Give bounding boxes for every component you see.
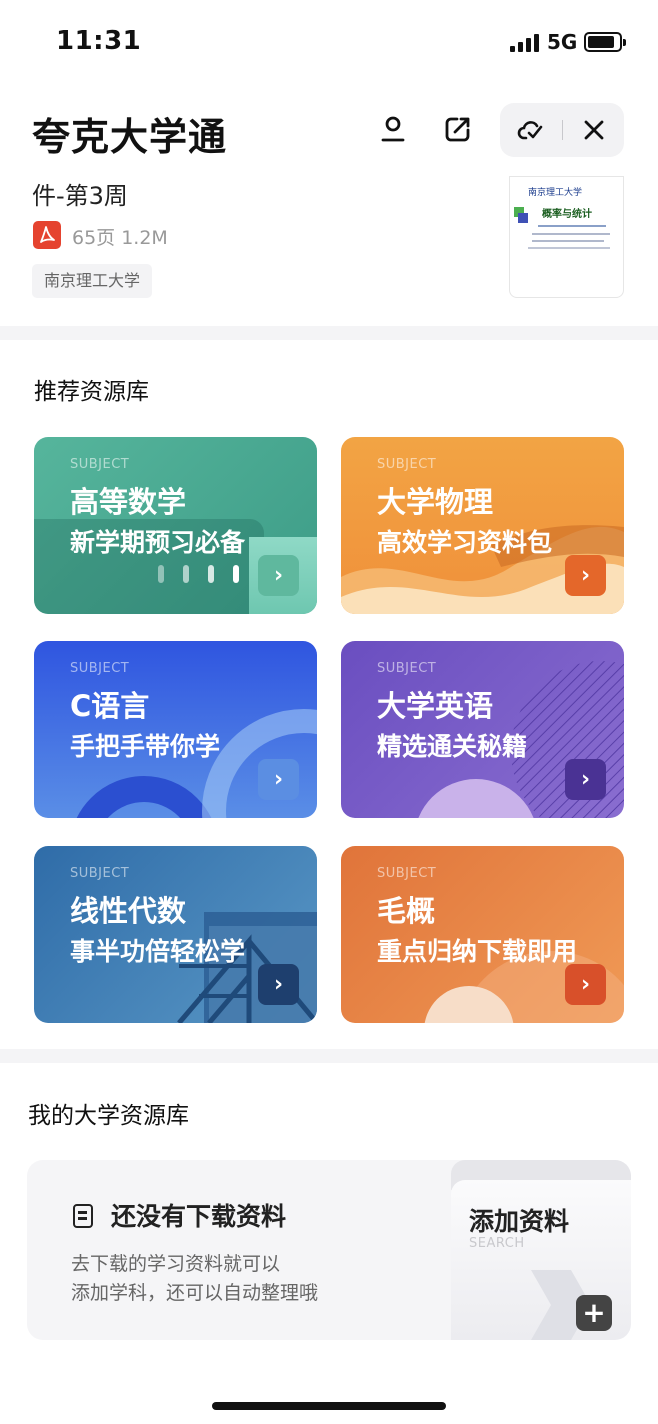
- card-title: 毛概: [377, 894, 436, 928]
- school-tag[interactable]: 南京理工大学: [32, 264, 153, 298]
- subject-card-physics[interactable]: SUBJECT 大学物理 高效学习资料包 ›: [341, 437, 624, 614]
- subject-card-linear-algebra[interactable]: SUBJECT 线性代数 事半功倍轻松学 ›: [34, 846, 317, 1023]
- empty-title: 还没有下载资料: [111, 1202, 287, 1231]
- card-title: 线性代数: [70, 894, 187, 928]
- thumbnail-line: [538, 225, 606, 227]
- thumbnail-line: [528, 247, 610, 249]
- thumbnail-heading: 概率与统计: [542, 209, 592, 220]
- subject-card-english[interactable]: SUBJECT 大学英语 精选通关秘籍 ›: [341, 641, 624, 818]
- card-subtitle: 事半功倍轻松学: [70, 937, 246, 966]
- network-label: 5G: [547, 30, 578, 54]
- card-subtitle: 重点归纳下载即用: [377, 937, 578, 966]
- recommended-title: 推荐资源库: [34, 379, 149, 405]
- section-divider: [0, 1049, 658, 1063]
- thumbnail-mark: [518, 213, 528, 223]
- card-decoration: [208, 565, 214, 583]
- card-subject-label: SUBJECT: [377, 661, 437, 676]
- chevron-right-icon[interactable]: ›: [565, 964, 606, 1005]
- my-library-empty-card: 还没有下载资料 去下载的学习资料就可以 添加学科，还可以自动整理哦 添加资料 S…: [27, 1160, 631, 1340]
- thumbnail-line: [532, 240, 604, 242]
- add-button[interactable]: +: [576, 1295, 612, 1331]
- card-subtitle: 高效学习资料包: [377, 528, 553, 557]
- section-divider: [0, 326, 658, 340]
- capsule-divider: [562, 120, 563, 140]
- mini-program-capsule: [500, 103, 624, 157]
- close-icon[interactable]: [580, 116, 608, 144]
- document-meta: 65页 1.2M: [72, 227, 168, 249]
- card-decoration: [158, 565, 164, 583]
- card-decoration: [183, 565, 189, 583]
- document-title[interactable]: 件-第3周: [32, 176, 128, 211]
- status-time: 11:31: [56, 26, 142, 56]
- card-decoration: [233, 565, 239, 583]
- card-subject-label: SUBJECT: [70, 866, 130, 881]
- card-subtitle: 新学期预习必备: [70, 528, 246, 557]
- subject-card-advanced-math[interactable]: SUBJECT 高等数学 新学期预习必备 ›: [34, 437, 317, 614]
- pdf-icon: [33, 221, 61, 249]
- chevron-right-icon[interactable]: ›: [258, 964, 299, 1005]
- my-library-title: 我的大学资源库: [28, 1103, 189, 1129]
- battery-icon: [584, 32, 626, 52]
- card-title: 高等数学: [70, 485, 187, 519]
- home-indicator[interactable]: [212, 1402, 446, 1410]
- user-icon[interactable]: [378, 114, 408, 144]
- card-title: 大学英语: [377, 689, 494, 723]
- document-icon: [73, 1204, 93, 1228]
- chevron-right-icon[interactable]: ›: [258, 759, 299, 800]
- card-subject-label: SUBJECT: [377, 457, 437, 472]
- chevron-right-icon[interactable]: ›: [565, 555, 606, 596]
- card-subject-label: SUBJECT: [70, 457, 130, 472]
- empty-description: 去下载的学习资料就可以 添加学科，还可以自动整理哦: [71, 1253, 319, 1304]
- card-subject-label: SUBJECT: [70, 661, 130, 676]
- thumbnail-line: [532, 233, 610, 235]
- add-material-title[interactable]: 添加资料: [469, 1202, 569, 1238]
- add-material-subtitle: SEARCH: [469, 1236, 525, 1251]
- document-thumbnail[interactable]: 南京理工大学 概率与统计: [509, 176, 624, 298]
- share-icon[interactable]: [443, 114, 473, 144]
- subject-card-maogai[interactable]: SUBJECT 毛概 重点归纳下载即用 ›: [341, 846, 624, 1023]
- subject-card-c-language[interactable]: SUBJECT C语言 手把手带你学 ›: [34, 641, 317, 818]
- card-title: C语言: [70, 689, 150, 723]
- card-subject-label: SUBJECT: [377, 866, 437, 881]
- signal-icon: [510, 34, 540, 52]
- card-title: 大学物理: [377, 485, 494, 519]
- card-subtitle: 精选通关秘籍: [377, 732, 528, 761]
- chevron-right-icon[interactable]: ›: [258, 555, 299, 596]
- cloud-check-icon[interactable]: [517, 116, 545, 144]
- chevron-right-icon[interactable]: ›: [565, 759, 606, 800]
- card-subtitle: 手把手带你学: [70, 732, 221, 761]
- status-bar: 11:31 5G: [0, 0, 658, 84]
- thumbnail-header: 南京理工大学: [528, 188, 583, 198]
- page-title: 夸克大学通: [32, 115, 228, 159]
